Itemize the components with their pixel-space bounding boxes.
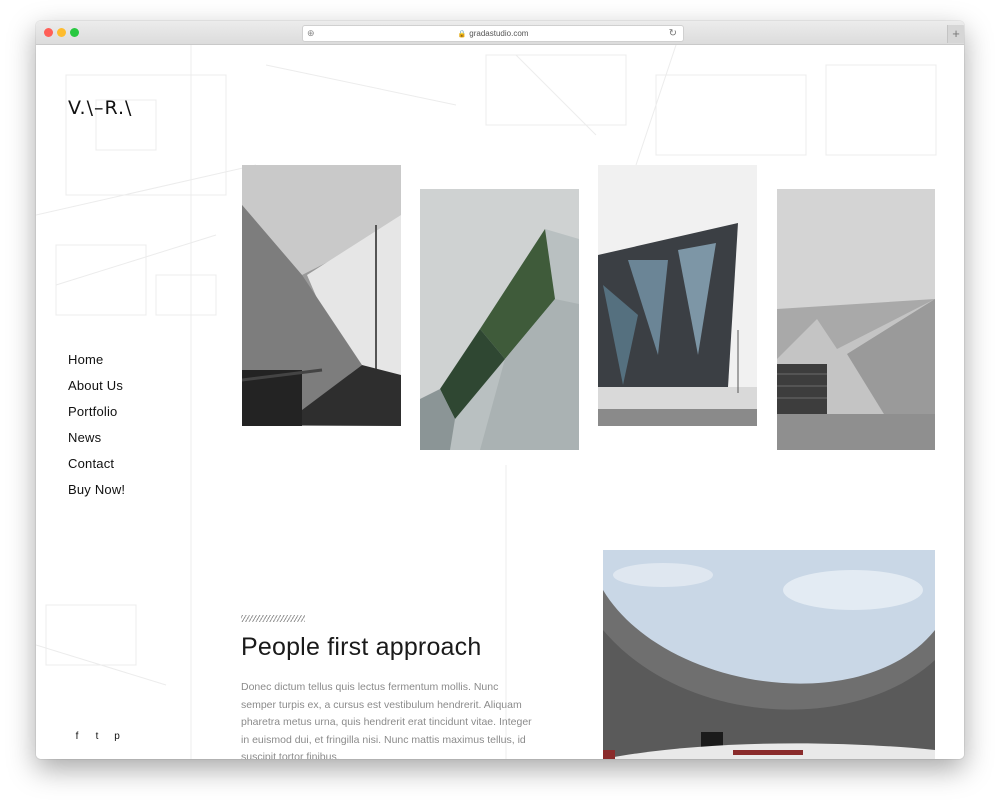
nav-item-about-us[interactable]: About Us — [68, 373, 125, 399]
nav-item-buy-now[interactable]: Buy Now! — [68, 477, 125, 503]
page-content: V.\–R.\ Home About Us Portfolio News Con… — [36, 45, 964, 759]
new-tab-button[interactable]: + — [947, 25, 964, 43]
nav-item-portfolio[interactable]: Portfolio — [68, 399, 125, 425]
twitter-icon[interactable]: t — [92, 731, 102, 742]
feature-photo[interactable] — [603, 550, 935, 759]
gallery-photo-2[interactable] — [420, 189, 579, 450]
nav-item-contact[interactable]: Contact — [68, 451, 125, 477]
reader-icon[interactable]: ⊕ — [307, 26, 315, 41]
browser-window: ⊕ 🔒 gradastudio.com ↻ + V.\–R.\ Home Abo… — [36, 21, 964, 759]
zoom-window-button[interactable] — [70, 28, 79, 37]
facebook-icon[interactable]: f — [72, 731, 82, 742]
social-links: f t p — [72, 731, 122, 742]
nav-item-home[interactable]: Home — [68, 347, 125, 373]
section-text: Donec dictum tellus quis lectus fermentu… — [241, 681, 532, 759]
pinterest-icon[interactable]: p — [112, 731, 122, 742]
nav-item-news[interactable]: News — [68, 425, 125, 451]
close-window-button[interactable] — [44, 28, 53, 37]
browser-titlebar: ⊕ 🔒 gradastudio.com ↻ + — [36, 21, 964, 45]
lock-icon: 🔒 — [457, 31, 467, 38]
site-logo[interactable]: V.\–R.\ — [68, 97, 132, 119]
section-heading: People first approach — [241, 633, 482, 661]
url-text: gradastudio.com — [469, 29, 529, 38]
gallery-photo-4[interactable] — [777, 189, 935, 450]
address-bar[interactable]: ⊕ 🔒 gradastudio.com ↻ — [302, 25, 684, 42]
reload-icon[interactable]: ↻ — [669, 26, 677, 41]
gallery-photo-3[interactable] — [598, 165, 757, 426]
section-hatch-decoration — [241, 615, 305, 622]
gallery-photo-1[interactable] — [242, 165, 401, 426]
main-nav: Home About Us Portfolio News Contact Buy… — [68, 347, 125, 503]
minimize-window-button[interactable] — [57, 28, 66, 37]
